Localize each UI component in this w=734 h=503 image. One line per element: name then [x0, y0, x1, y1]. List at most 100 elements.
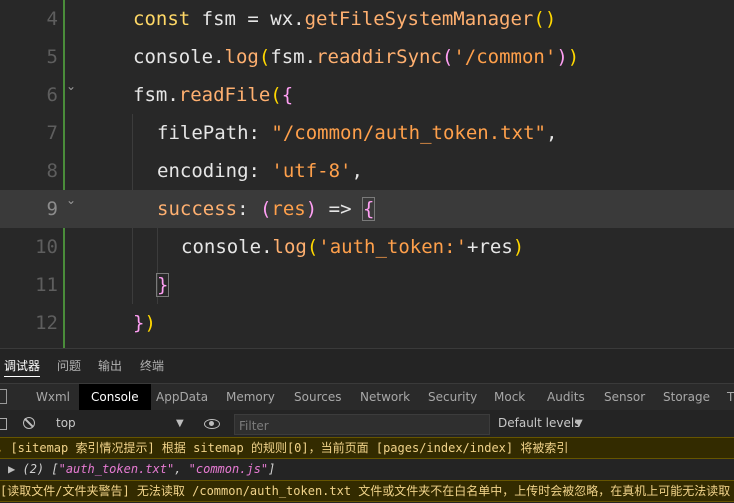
- chevron-down-icon[interactable]: ▼: [176, 410, 184, 437]
- clear-console-icon[interactable]: [23, 417, 35, 429]
- code-token: fsm.: [270, 46, 317, 68]
- code-token: {: [361, 197, 376, 221]
- panel-tabs: 调试器 问题 输出 终端: [0, 349, 734, 383]
- chevron-down-icon[interactable]: ⌄: [66, 80, 78, 92]
- tab-security[interactable]: Security: [428, 384, 477, 410]
- code-line[interactable]: 10 console.log('auth_token:'+res): [0, 228, 734, 266]
- code-text: }: [155, 266, 170, 304]
- devtools-panel: 调试器 问题 输出 终端 Wxml Console AppData Memory…: [0, 348, 734, 503]
- line-number: 8: [46, 160, 58, 182]
- console-log[interactable]: ▶ (2) ["auth_token.txt", "common.js"]: [0, 459, 734, 479]
- code-token: ): [567, 46, 580, 68]
- tab-sources[interactable]: Sources: [294, 384, 341, 410]
- code-token: '/common': [453, 46, 557, 68]
- code-line[interactable]: 9 ⌄ success: (res) => {: [0, 190, 734, 228]
- log-text: [sitemap 索引情况提示] 根据 sitemap 的规则[0]，当前页面 …: [10, 441, 569, 455]
- code-line[interactable]: 8 encoding: 'utf-8',: [0, 152, 734, 190]
- code-token: log: [272, 236, 307, 258]
- code-token: }: [155, 273, 170, 297]
- eye-icon[interactable]: [204, 419, 220, 429]
- array-item: "auth_token.txt": [58, 462, 175, 476]
- code-token: const: [133, 8, 191, 30]
- code-token: "/common/auth_token.txt": [271, 122, 546, 144]
- code-text: encoding: 'utf-8',: [157, 152, 363, 190]
- tab-network[interactable]: Network: [360, 384, 410, 410]
- code-line[interactable]: 7 filePath: "/common/auth_token.txt",: [0, 114, 734, 152]
- chevron-down-icon[interactable]: ▼: [575, 410, 583, 437]
- sidebar-toggle-icon[interactable]: [0, 418, 7, 430]
- tab-mock[interactable]: Mock: [494, 384, 525, 410]
- line-number: 12: [35, 312, 58, 334]
- tab-output[interactable]: 输出: [98, 349, 122, 383]
- array-prefix: (2) [: [22, 462, 59, 476]
- code-token: log: [224, 46, 259, 68]
- filter-input[interactable]: [235, 417, 489, 435]
- code-text: fsm.readFile({: [133, 76, 293, 114]
- tab-more[interactable]: T: [727, 384, 734, 410]
- warning-icon: ,: [0, 441, 10, 455]
- code-line[interactable]: 12}): [0, 304, 734, 342]
- filter-field: [234, 414, 490, 435]
- code-line[interactable]: 6 ⌄ fsm.readFile({: [0, 76, 734, 114]
- code-token: :: [237, 198, 260, 220]
- tab-memory[interactable]: Memory: [226, 384, 275, 410]
- console-warning: [读取文件/文件夹警告] 无法读取 /common/auth_token.txt…: [0, 480, 734, 502]
- line-number: 9: [46, 198, 58, 220]
- code-token: ): [305, 198, 318, 220]
- code-token: (: [258, 46, 271, 68]
- code-editor[interactable]: 4 const fsm = wx.getFileSystemManager() 5 c…: [0, 0, 734, 348]
- chevron-down-icon[interactable]: ⌄: [66, 194, 78, 206]
- tab-appdata[interactable]: AppData: [156, 384, 208, 410]
- code-token: 'utf-8': [271, 160, 352, 182]
- code-token: readdirSync: [316, 46, 442, 68]
- array-suffix: ]: [268, 462, 276, 476]
- code-text: success: (res) => {: [157, 190, 376, 228]
- code-token: +res: [467, 236, 513, 258]
- code-token: (: [306, 236, 319, 258]
- code-text: const fsm = wx.getFileSystemManager(): [133, 0, 556, 38]
- code-token: filePath: [157, 122, 249, 144]
- log-text: [读取文件/文件夹警告] 无法读取 /common/auth_token.txt…: [0, 484, 731, 498]
- line-number: 5: [46, 46, 58, 68]
- code-token: fsm.: [133, 84, 179, 106]
- code-token: ,: [545, 122, 558, 144]
- tab-audits[interactable]: Audits: [547, 384, 585, 410]
- code-token: }: [133, 312, 145, 334]
- code-token: getFileSystemManager: [304, 8, 534, 30]
- tab-debugger[interactable]: 调试器: [4, 349, 41, 383]
- code-token: ,: [351, 160, 363, 182]
- console-warning: , [sitemap 索引情况提示] 根据 sitemap 的规则[0]，当前页…: [0, 437, 734, 459]
- tab-wxml[interactable]: Wxml: [36, 384, 70, 410]
- code-text: console.log('auth_token:'+res): [181, 228, 524, 266]
- line-number: 7: [46, 122, 58, 144]
- line-number: 6: [46, 84, 58, 106]
- code-token: 'auth_token:': [318, 236, 468, 258]
- tab-console[interactable]: Console: [79, 384, 151, 410]
- code-token: (): [533, 8, 557, 30]
- devtools-tool-tabs: Wxml Console AppData Memory Sources Netw…: [0, 383, 734, 411]
- line-number: 11: [35, 274, 58, 296]
- code-token: :: [248, 122, 272, 144]
- code-token: (: [270, 84, 282, 106]
- line-number: 10: [35, 236, 58, 258]
- tab-terminal[interactable]: 终端: [140, 349, 164, 383]
- code-line[interactable]: 5 console.log(fsm.readdirSync('/common')): [0, 38, 734, 76]
- inspect-icon[interactable]: [0, 389, 7, 404]
- code-token: console.: [181, 236, 273, 258]
- context-selector[interactable]: top: [56, 410, 76, 437]
- code-token: fsm = wx.: [190, 8, 305, 30]
- tab-storage[interactable]: Storage: [663, 384, 710, 410]
- code-token: {: [281, 84, 294, 106]
- tab-sensor[interactable]: Sensor: [604, 384, 645, 410]
- code-token: ): [556, 46, 568, 68]
- tab-problems[interactable]: 问题: [57, 349, 81, 383]
- array-item: "common.js": [188, 462, 269, 476]
- log-levels-dropdown[interactable]: Default levels: [498, 410, 580, 437]
- code-token: success: [157, 198, 238, 220]
- code-line[interactable]: 4 const fsm = wx.getFileSystemManager(): [0, 0, 734, 38]
- code-line[interactable]: 11}: [0, 266, 734, 304]
- expand-triangle-icon[interactable]: ▶: [8, 462, 15, 476]
- code-text: console.log(fsm.readdirSync('/common')): [133, 38, 579, 76]
- code-token: ): [512, 236, 525, 258]
- code-token: (: [259, 198, 272, 220]
